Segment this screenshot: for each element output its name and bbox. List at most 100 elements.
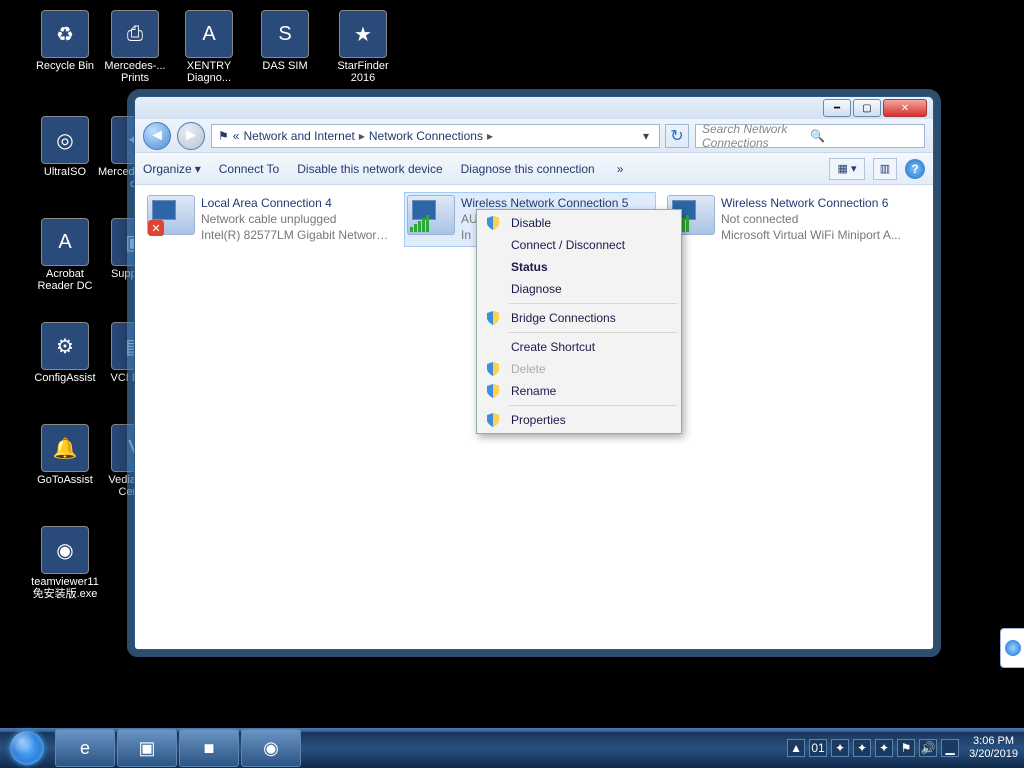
connection-device: Microsoft Virtual WiFi Miniport A... (721, 227, 901, 243)
minimize-button[interactable]: ━ (823, 99, 851, 117)
desktop-icon[interactable]: AXENTRY Diagno... (172, 10, 246, 84)
icon-label: XENTRY Diagno... (172, 60, 246, 84)
search-icon[interactable]: 🔍 (810, 129, 918, 143)
clock[interactable]: 3:06 PM 3/20/2019 (969, 735, 1018, 761)
titlebar[interactable]: ━ ▢ ✕ (135, 97, 933, 119)
menu-separator (509, 303, 677, 304)
desktop-icon[interactable]: ⎙Mercedes-... Prints (98, 10, 172, 84)
icon-label: teamviewer11免安装版.exe (28, 576, 102, 600)
overflow-chevron-icon[interactable]: » (617, 162, 624, 176)
icon-label: ConfigAssist (28, 372, 102, 384)
menu-separator (509, 332, 677, 333)
menu-item[interactable]: Status (479, 256, 679, 278)
app-icon: ★ (339, 10, 387, 58)
tray-show-hidden-icon[interactable]: ▲ (787, 739, 805, 757)
refresh-button[interactable]: ↻ (665, 124, 689, 148)
desktop-icon[interactable]: S DAS SIM (248, 10, 322, 72)
connect-to-button[interactable]: Connect To (219, 162, 280, 176)
menu-item[interactable]: Properties (479, 409, 679, 431)
app-icon: ◉ (41, 526, 89, 574)
app-icon: ⎙ (111, 10, 159, 58)
uac-shield-icon (485, 310, 501, 326)
breadcrumb-2[interactable]: Network Connections (369, 129, 483, 143)
taskbar-button-taskmgr[interactable]: ■ (179, 729, 239, 767)
menu-item[interactable]: Create Shortcut (479, 336, 679, 358)
icon-label: DAS SIM (248, 60, 322, 72)
chevron-right-icon[interactable]: ▸ (359, 129, 365, 143)
tray-app1-icon[interactable]: ✦ (831, 739, 849, 757)
breadcrumb-1[interactable]: Network and Internet (243, 129, 354, 143)
taskbar-button-explorer[interactable]: ▣ (117, 729, 177, 767)
tray-action-center-icon[interactable]: ⚑ (897, 739, 915, 757)
forward-button[interactable]: ► (177, 122, 205, 150)
uac-shield-icon (485, 383, 501, 399)
preview-pane-button[interactable]: ▥ (873, 158, 897, 180)
tray-app3-icon[interactable]: ✦ (875, 739, 893, 757)
menu-item-label: Diagnose (511, 282, 562, 296)
menu-item[interactable]: Bridge Connections (479, 307, 679, 329)
connection-item[interactable]: ✕Local Area Connection 4Network cable un… (145, 193, 395, 246)
desktop-icon[interactable]: AAcrobat Reader DC (28, 218, 102, 292)
desktop-icon[interactable]: ⚙ConfigAssist (28, 322, 102, 384)
menu-item-label: Create Shortcut (511, 340, 595, 354)
connection-name: Local Area Connection 4 (201, 195, 391, 211)
nav-bar: ◄ ► ⚑ « Network and Internet ▸ Network C… (135, 119, 933, 153)
menu-item-label: Properties (511, 413, 566, 427)
address-dropdown[interactable]: ▾ (639, 129, 653, 143)
breadcrumb-pre[interactable]: « (233, 129, 240, 143)
organize-menu[interactable]: Organize ▾ (143, 162, 201, 176)
app-icon: ♻ (41, 10, 89, 58)
error-badge-icon: ✕ (148, 220, 164, 236)
search-placeholder: Search Network Connections (702, 122, 810, 150)
menu-item-label: Delete (511, 362, 546, 376)
taskbar-button-teamviewer[interactable]: ◉ (241, 729, 301, 767)
uac-shield-icon (485, 361, 501, 377)
menu-item[interactable]: Disable (479, 212, 679, 234)
icon-label: StarFinder 2016 (326, 60, 400, 84)
app-icon: S (261, 10, 309, 58)
help-button[interactable]: ? (905, 159, 925, 179)
menu-item[interactable]: Connect / Disconnect (479, 234, 679, 256)
close-button[interactable]: ✕ (883, 99, 927, 117)
menu-item[interactable]: Rename (479, 380, 679, 402)
desktop-icon[interactable]: 🔔GoToAssist (28, 424, 102, 486)
connection-item[interactable]: Wireless Network Connection 6Not connect… (665, 193, 915, 246)
tray-volume-icon[interactable]: 🔊 (919, 739, 937, 757)
address-bar[interactable]: ⚑ « Network and Internet ▸ Network Conne… (211, 124, 660, 148)
diagnose-button[interactable]: Diagnose this connection (461, 162, 595, 176)
desktop-icon[interactable]: ◎ UltraISO (28, 116, 102, 178)
icon-label: Recycle Bin (28, 60, 102, 72)
command-bar: Organize ▾ Connect To Disable this netwo… (135, 153, 933, 185)
menu-item[interactable]: Diagnose (479, 278, 679, 300)
search-box[interactable]: Search Network Connections 🔍 (695, 124, 925, 148)
tray-lang-icon[interactable]: 01 (809, 739, 827, 757)
menu-item-label: Connect / Disconnect (511, 238, 625, 252)
teamviewer-icon (1005, 640, 1021, 656)
desktop-icon[interactable]: ★StarFinder 2016 (326, 10, 400, 84)
adapter-icon: ✕ (147, 195, 195, 235)
desktop-icon[interactable]: ◉teamviewer11免安装版.exe (28, 526, 102, 600)
taskbar-button-ie[interactable]: e (55, 729, 115, 767)
back-button[interactable]: ◄ (143, 122, 171, 150)
icon-label: GoToAssist (28, 474, 102, 486)
desktop-icon[interactable]: ♻ Recycle Bin (28, 10, 102, 72)
menu-separator (509, 405, 677, 406)
taskbar: e▣■◉ ▲01✦✦✦⚑🔊▁ 3:06 PM 3/20/2019 (0, 728, 1024, 768)
chevron-right-icon[interactable]: ▸ (487, 129, 493, 143)
tray-app2-icon[interactable]: ✦ (853, 739, 871, 757)
tray-network-icon[interactable]: ▁ (941, 739, 959, 757)
menu-item: Delete (479, 358, 679, 380)
icon-label: UltraISO (28, 166, 102, 178)
start-button[interactable] (0, 728, 54, 768)
app-icon: ◎ (41, 116, 89, 164)
disable-device-button[interactable]: Disable this network device (297, 162, 442, 176)
view-options-button[interactable]: ▦ ▾ (829, 158, 865, 180)
teamviewer-side-tab[interactable] (1000, 628, 1024, 668)
uac-shield-icon (485, 215, 501, 231)
uac-shield-icon (485, 412, 501, 428)
windows-orb-icon (10, 731, 44, 765)
icon-label: Acrobat Reader DC (28, 268, 102, 292)
adapter-icon (407, 195, 455, 235)
maximize-button[interactable]: ▢ (853, 99, 881, 117)
menu-item-label: Disable (511, 216, 551, 230)
